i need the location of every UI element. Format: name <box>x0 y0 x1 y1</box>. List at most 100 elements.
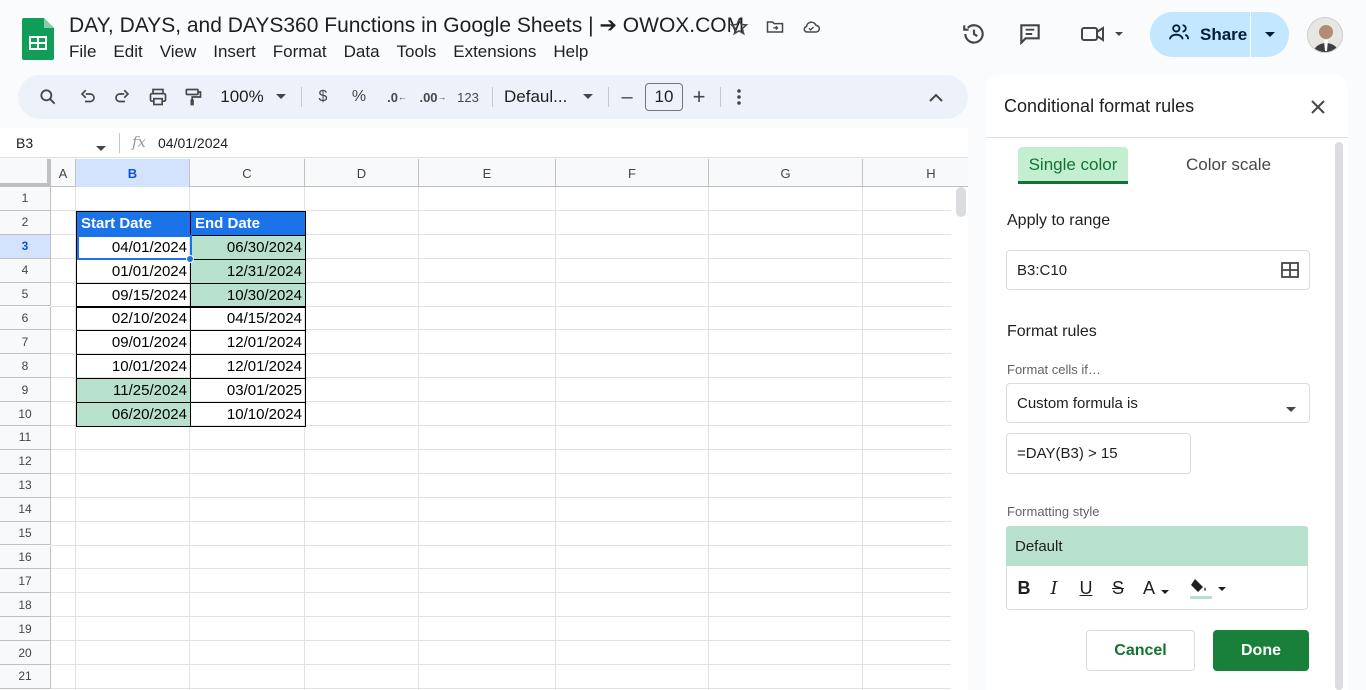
cell-end-date[interactable]: 10/10/2024 <box>190 402 306 427</box>
column-header-e[interactable]: E <box>419 159 556 187</box>
cell-start-date[interactable]: 09/01/2024 <box>76 330 191 356</box>
move-folder-icon[interactable] <box>762 14 788 40</box>
cancel-button[interactable]: Cancel <box>1086 630 1195 671</box>
column-header-c[interactable]: C <box>190 159 305 187</box>
italic-button[interactable]: I <box>1045 576 1063 600</box>
row-header-4[interactable]: 4 <box>0 258 51 283</box>
more-formats-button[interactable]: 123 <box>454 75 482 119</box>
tab-single-color[interactable]: Single color <box>1018 147 1128 183</box>
custom-formula-input[interactable]: =DAY(B3) > 15 <box>1006 433 1191 474</box>
row-header-9[interactable]: 9 <box>0 378 51 403</box>
decrease-decimal-button[interactable]: .0 ← <box>384 75 410 119</box>
row-header-5[interactable]: 5 <box>0 282 51 307</box>
strikethrough-button[interactable]: S <box>1109 576 1127 600</box>
name-box[interactable]: B3 <box>16 135 33 151</box>
row-header-6[interactable]: 6 <box>0 306 51 331</box>
print-icon[interactable] <box>146 75 170 119</box>
condition-select[interactable]: Custom formula is <box>1006 383 1310 423</box>
row-header-10[interactable]: 10 <box>0 402 51 426</box>
panel-scrollbar[interactable] <box>1335 142 1343 690</box>
cell-start-date[interactable]: 01/01/2024 <box>76 258 191 284</box>
history-icon[interactable] <box>960 20 988 48</box>
cell-start-date[interactable]: 10/01/2024 <box>76 354 191 380</box>
column-header-g[interactable]: G <box>709 159 863 187</box>
done-button[interactable]: Done <box>1213 630 1309 671</box>
cell-end-date[interactable]: 12/01/2024 <box>190 330 306 356</box>
menu-tools[interactable]: Tools <box>388 42 445 62</box>
zoom-dropdown-icon[interactable] <box>273 75 289 119</box>
cloud-status-icon[interactable] <box>798 14 824 40</box>
column-header-f[interactable]: F <box>556 159 709 187</box>
font-size-input[interactable]: 10 <box>645 83 683 111</box>
undo-icon[interactable] <box>76 75 100 119</box>
column-header-d[interactable]: D <box>305 159 419 187</box>
row-header-19[interactable]: 19 <box>0 617 51 642</box>
tab-color-scale[interactable]: Color scale <box>1186 155 1271 175</box>
close-icon[interactable] <box>1306 95 1330 119</box>
text-color-button[interactable]: A <box>1139 576 1173 600</box>
cell-end-date[interactable]: 12/01/2024 <box>190 354 306 380</box>
format-percent-button[interactable]: % <box>348 75 370 119</box>
row-header-13[interactable]: 13 <box>0 473 51 498</box>
increase-font-size-button[interactable]: + <box>689 75 709 119</box>
avatar[interactable] <box>1307 17 1343 53</box>
font-family-select[interactable]: Defaul... <box>504 75 570 119</box>
column-header-a[interactable]: A <box>51 159 76 187</box>
header-cell-start-date[interactable]: Start Date <box>76 210 191 236</box>
share-dropdown-icon[interactable] <box>1251 31 1289 39</box>
collapse-menus-icon[interactable] <box>926 75 946 119</box>
row-header-1[interactable]: 1 <box>0 187 51 211</box>
row-header-2[interactable]: 2 <box>0 210 51 235</box>
zoom-select[interactable]: 100% <box>218 75 266 119</box>
comments-icon[interactable] <box>1016 20 1044 48</box>
cell-end-date[interactable]: 12/31/2024 <box>190 258 306 284</box>
select-all-corner[interactable] <box>0 159 51 187</box>
select-range-grid-icon[interactable] <box>1281 262 1299 282</box>
meet-video-icon[interactable] <box>1078 20 1128 48</box>
cell-end-date[interactable]: 03/01/2025 <box>190 378 306 404</box>
decrease-font-size-button[interactable]: – <box>618 75 636 119</box>
row-header-17[interactable]: 17 <box>0 569 51 594</box>
row-header-16[interactable]: 16 <box>0 545 51 570</box>
header-cell-end-date[interactable]: End Date <box>190 210 306 236</box>
search-menus-icon[interactable] <box>36 75 60 119</box>
row-header-15[interactable]: 15 <box>0 521 51 546</box>
range-input[interactable]: B3:C10 <box>1006 250 1310 290</box>
menu-view[interactable]: View <box>151 42 205 62</box>
row-header-3[interactable]: 3 <box>0 234 51 259</box>
cell-start-date[interactable]: 11/25/2024 <box>76 378 191 404</box>
menu-edit[interactable]: Edit <box>105 42 151 62</box>
cell-end-date[interactable]: 04/15/2024 <box>190 306 306 332</box>
share-button[interactable]: Share <box>1150 12 1289 57</box>
row-header-18[interactable]: 18 <box>0 593 51 618</box>
formula-input[interactable]: 04/01/2024 <box>158 135 228 151</box>
cell-end-date[interactable]: 10/30/2024 <box>190 282 306 308</box>
menu-help[interactable]: Help <box>545 42 597 62</box>
menu-format[interactable]: Format <box>264 42 335 62</box>
sheets-logo-icon[interactable] <box>22 18 54 60</box>
more-options-icon[interactable] <box>730 75 748 119</box>
spreadsheet-grid[interactable]: ABCDEFGH 1 2 3 4 5 6 7 8 9 10 11 12 13 14 15 16 17 18 19 20… <box>0 159 968 690</box>
cell-start-date[interactable]: 06/20/2024 <box>76 402 191 427</box>
grid-scrollbar[interactable] <box>956 187 966 217</box>
fill-handle[interactable] <box>186 254 194 263</box>
menu-insert[interactable]: Insert <box>205 42 265 62</box>
row-header-20[interactable]: 20 <box>0 641 51 665</box>
cell-end-date[interactable]: 06/30/2024 <box>190 234 306 260</box>
cell-start-date[interactable]: 04/01/2024 <box>76 234 191 260</box>
font-dropdown-icon[interactable] <box>581 75 595 119</box>
fill-color-icon[interactable] <box>1189 576 1229 600</box>
row-header-12[interactable]: 12 <box>0 449 51 474</box>
cell-start-date[interactable]: 02/10/2024 <box>76 306 191 332</box>
paint-format-icon[interactable] <box>181 75 205 119</box>
row-header-8[interactable]: 8 <box>0 354 51 379</box>
column-header-h[interactable]: H <box>863 159 968 187</box>
document-title[interactable]: DAY, DAYS, and DAYS360 Functions in Goog… <box>69 13 744 38</box>
bold-button[interactable]: B <box>1015 576 1033 600</box>
row-header-14[interactable]: 14 <box>0 497 51 522</box>
cell-start-date[interactable]: 09/15/2024 <box>76 282 191 308</box>
redo-icon[interactable] <box>110 75 134 119</box>
row-header-7[interactable]: 7 <box>0 330 51 355</box>
format-currency-button[interactable]: $ <box>313 75 333 119</box>
increase-decimal-button[interactable]: .00 → <box>418 75 448 119</box>
